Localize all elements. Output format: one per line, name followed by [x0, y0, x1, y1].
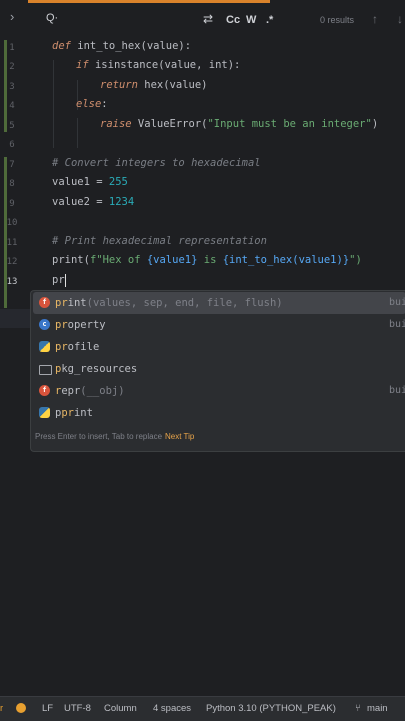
match-case-toggle[interactable]: Cc — [226, 14, 240, 26]
vcs-change-marker[interactable] — [4, 268, 7, 308]
completion-item-repr[interactable]: f repr(__obj) bui — [33, 380, 405, 402]
interpreter-widget[interactable]: Python 3.10 (PYTHON_PEAK) — [206, 703, 336, 714]
search-results-count: 0 results — [320, 15, 355, 25]
line-number: 4 — [9, 101, 15, 111]
code-line-13[interactable]: pr — [52, 271, 66, 290]
line-number: 11 — [6, 238, 18, 248]
line-number: 3 — [9, 82, 15, 92]
line-number: 9 — [9, 199, 15, 209]
code-line-1: def int_to_hex(value): — [52, 40, 192, 52]
code-line-4: else: — [76, 98, 108, 110]
folder-icon — [39, 365, 52, 375]
active-tab-indicator — [28, 0, 270, 3]
indent-widget[interactable]: 4 spaces — [153, 703, 191, 714]
expand-chevron-icon[interactable]: › — [10, 9, 14, 24]
whole-word-toggle[interactable]: W — [246, 14, 256, 26]
previous-occurrence-icon[interactable]: ↑ — [372, 12, 378, 26]
notification-indicator-icon[interactable] — [16, 703, 26, 713]
line-number: 8 — [9, 179, 15, 189]
code-line-2: if isinstance(value, int): — [76, 59, 241, 71]
line-number: 1 — [9, 43, 15, 53]
find-bar: › Q· ⇄ Cc W .* 0 results ↑ ↓ — [0, 0, 405, 41]
status-bar: r LF UTF-8 Column 4 spaces Python 3.10 (… — [0, 696, 405, 721]
code-line-9: value2 = 1234 — [52, 196, 135, 208]
completion-item-pkg-resources[interactable]: pkg_resources — [33, 358, 405, 380]
line-number: 10 — [6, 218, 18, 228]
code-line-8: value1 = 255 — [52, 176, 128, 188]
class-icon: c — [39, 319, 50, 330]
git-branch-widget[interactable]: main — [367, 703, 388, 714]
completion-item-pprint[interactable]: pprint — [33, 402, 405, 424]
line-number: 5 — [9, 121, 15, 131]
line-number: 6 — [9, 140, 15, 150]
completion-hint: Press Enter to insert, Tab to replace Nex… — [35, 432, 195, 441]
indent-guide — [77, 118, 78, 148]
code-line-11: # Print hexadecimal representation — [52, 235, 267, 247]
completion-item-profile[interactable]: profile — [33, 336, 405, 358]
code-line-3: return hex(value) — [100, 79, 208, 91]
function-icon: f — [39, 385, 50, 396]
completion-item-property[interactable]: c property bui — [33, 314, 405, 336]
next-occurrence-icon[interactable]: ↓ — [397, 12, 403, 26]
function-icon: f — [39, 297, 50, 308]
encoding-widget[interactable]: UTF-8 — [64, 703, 91, 714]
indent-guide — [53, 60, 54, 148]
line-number: 7 — [9, 160, 15, 170]
replace-toggle-icon[interactable]: ⇄ — [203, 12, 213, 26]
completion-type: bui — [389, 319, 405, 330]
status-truncated-label: r — [0, 703, 4, 714]
completion-type: bui — [389, 297, 405, 308]
next-tip-link[interactable]: Next Tip — [165, 432, 194, 441]
line-number: 12 — [6, 257, 18, 267]
regex-toggle[interactable]: .* — [266, 14, 273, 26]
vcs-change-marker[interactable] — [4, 157, 7, 269]
python-module-icon — [39, 407, 50, 418]
line-number-current: 13 — [6, 277, 18, 287]
line-separator-widget[interactable]: LF — [42, 703, 53, 714]
code-completion-popup[interactable]: f print(values, sep, end, file, flush) b… — [30, 290, 405, 452]
git-branch-icon: ⑂ — [355, 703, 361, 714]
search-history-icon[interactable]: Q· — [46, 12, 58, 24]
code-line-12: print(f"Hex of {value1} is {int_to_hex(v… — [52, 254, 362, 266]
completion-type: bui — [389, 385, 405, 396]
code-line-5: raise ValueError("Input must be an integ… — [100, 118, 379, 130]
line-number: 2 — [9, 62, 15, 72]
code-line-7: # Convert integers to hexadecimal — [52, 157, 261, 169]
column-widget[interactable]: Column — [104, 703, 137, 714]
completion-item-print[interactable]: f print(values, sep, end, file, flush) b… — [33, 292, 405, 314]
text-caret — [64, 273, 66, 287]
python-module-icon — [39, 341, 50, 352]
